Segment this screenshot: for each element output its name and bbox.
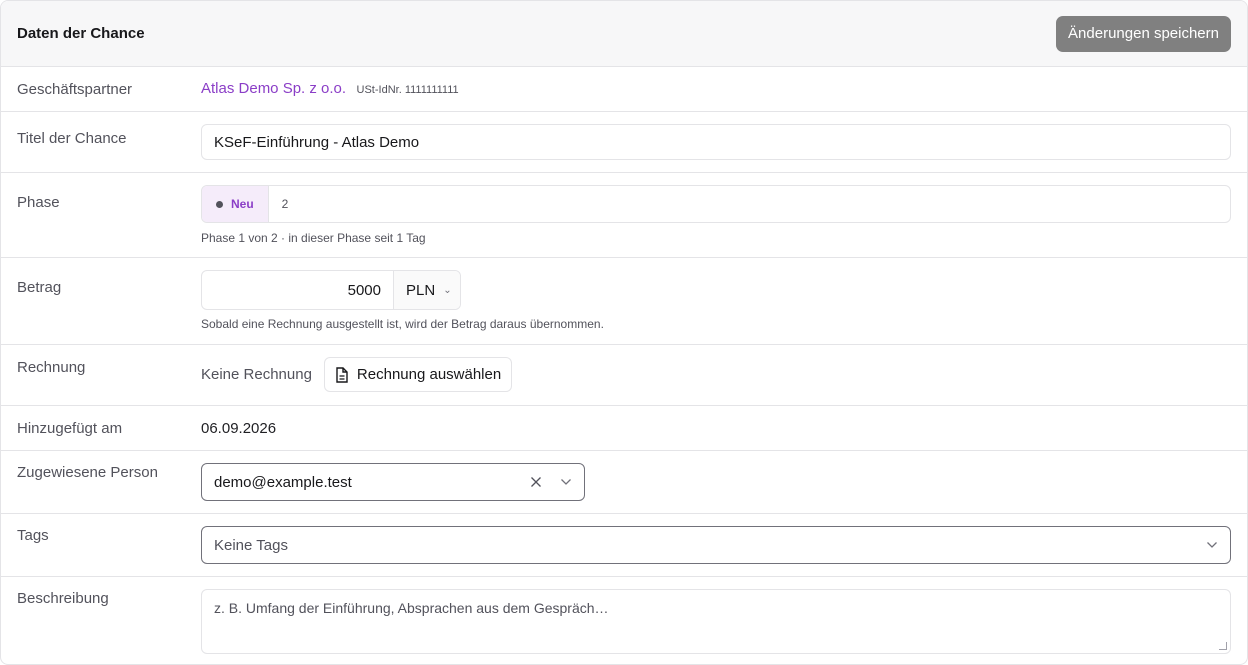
row-description: Beschreibung z. B. Umfang der Einführung… [1, 577, 1247, 664]
amount-input[interactable]: 5000 [202, 271, 394, 309]
row-tags: Tags Keine Tags [1, 514, 1247, 577]
description-textarea[interactable]: z. B. Umfang der Einführung, Absprachen … [201, 589, 1231, 654]
partner-label: Geschäftspartner [17, 80, 133, 98]
invoice-label: Rechnung [17, 359, 86, 376]
assignee-select[interactable]: demo@example.test [201, 463, 585, 501]
chevron-down-icon: ⌄ [443, 284, 452, 296]
assignee-label: Zugewiesene Person [17, 464, 158, 481]
select-invoice-label: Rechnung auswählen [356, 366, 502, 383]
partner-link[interactable]: Atlas Demo Sp. z o.o. [201, 80, 346, 97]
title-input[interactable]: KSeF-Einführung - Atlas Demo [201, 124, 1231, 160]
phase-stepper: Neu 2 [201, 185, 1231, 223]
resize-handle-icon[interactable] [1219, 642, 1227, 650]
description-label: Beschreibung [17, 590, 109, 607]
row-partner: Geschäftspartner Atlas Demo Sp. z o.o. U… [1, 67, 1247, 112]
phase-current-label: Neu [231, 197, 254, 211]
partner-value: Atlas Demo Sp. z o.o. USt-IdNr. 11111111… [201, 80, 1247, 98]
added-value: 06.09.2026 [201, 419, 277, 437]
row-title: Titel der Chance KSeF-Einführung - Atlas… [1, 112, 1247, 173]
opportunity-card: Daten der Chance Änderungen speichern Ge… [0, 0, 1248, 665]
added-label: Hinzugefügt am [17, 419, 123, 437]
row-invoice: Rechnung Keine Rechnung Rechnung auswähl… [1, 345, 1247, 406]
currency-select[interactable]: PLN ⌄ [394, 271, 460, 309]
tags-select[interactable]: Keine Tags [201, 526, 1231, 564]
status-dot-icon [216, 200, 223, 208]
card-title: Daten der Chance [17, 25, 145, 42]
tags-value: Keine Tags [214, 536, 288, 554]
vat-id: USt-IdNr. 1111111111 [356, 84, 459, 96]
document-icon [336, 366, 348, 383]
amount-help: Sobald eine Rechnung ausgestellt ist, wi… [201, 317, 604, 331]
row-assignee: Zugewiesene Person demo@example.test [1, 451, 1247, 514]
row-amount: Betrag 5000 PLN ⌄ Sobald eine Rechnung a… [1, 258, 1247, 345]
tags-label: Tags [17, 527, 49, 544]
chevron-down-icon[interactable] [560, 478, 572, 486]
amount-group: 5000 PLN ⌄ [201, 270, 461, 310]
row-phase: Phase Neu 2 Phase 1 von 2 · in dieser Ph… [1, 173, 1247, 258]
currency-value: PLN [406, 281, 436, 299]
select-invoice-button[interactable]: Rechnung auswählen [323, 357, 513, 392]
close-icon[interactable] [530, 476, 542, 488]
save-button[interactable]: Änderungen speichern [1056, 15, 1231, 52]
assignee-value: demo@example.test [214, 473, 352, 491]
invoice-status: Keine Rechnung [201, 366, 312, 383]
phase-next[interactable]: 2 [269, 186, 302, 222]
title-label: Titel der Chance [17, 130, 127, 147]
description-placeholder: z. B. Umfang der Einführung, Absprachen … [214, 600, 609, 616]
phase-help: Phase 1 von 2 · in dieser Phase seit 1 T… [201, 231, 426, 245]
card-header: Daten der Chance Änderungen speichern [1, 1, 1247, 67]
phase-label: Phase [17, 194, 60, 211]
chevron-down-icon[interactable] [1206, 541, 1218, 549]
row-added: Hinzugefügt am 06.09.2026 [1, 406, 1247, 451]
amount-label: Betrag [17, 279, 62, 296]
phase-current[interactable]: Neu [202, 186, 269, 222]
